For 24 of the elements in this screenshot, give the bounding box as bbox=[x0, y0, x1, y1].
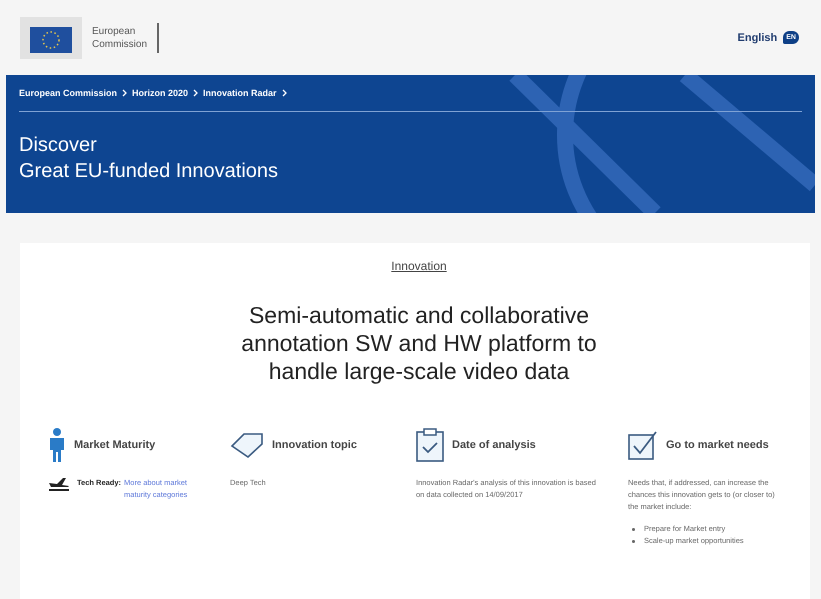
person-icon bbox=[48, 428, 66, 462]
breadcrumb-link[interactable]: European Commission bbox=[19, 88, 118, 98]
logo-text: European bbox=[92, 24, 136, 38]
clipboard-check-icon bbox=[416, 428, 444, 462]
logo-text: Commission bbox=[92, 38, 148, 50]
eu-flag-logo-icon bbox=[20, 16, 82, 58]
column-heading: Innovation topic bbox=[272, 439, 357, 451]
bullet-icon bbox=[632, 528, 635, 530]
innovation-title: Semi-automatic and collaborative annotation SW and HW platform to handle large-scale video data bbox=[240, 301, 598, 385]
language-link[interactable]: English bbox=[738, 32, 778, 44]
breadcrumb-link[interactable]: Innovation Radar bbox=[203, 88, 277, 98]
chevron-icon bbox=[282, 89, 287, 97]
chevron-icon bbox=[193, 89, 198, 97]
column-heading: Market Maturity bbox=[74, 439, 156, 451]
banner-title: Discover Great EU-funded Innovations bbox=[19, 133, 278, 184]
bullet-icon bbox=[632, 540, 635, 542]
checkbox-check-icon bbox=[628, 430, 658, 460]
tag-icon bbox=[230, 432, 264, 458]
column-heading: Go to market needs bbox=[666, 439, 769, 451]
chevron-icon bbox=[122, 89, 128, 97]
section-label: Innovation bbox=[391, 259, 447, 273]
column-heading: Date of analysis bbox=[452, 439, 536, 451]
breadcrumb-link[interactable]: Horizon 2020 bbox=[132, 88, 188, 98]
airplane-takeoff-icon bbox=[48, 477, 70, 491]
